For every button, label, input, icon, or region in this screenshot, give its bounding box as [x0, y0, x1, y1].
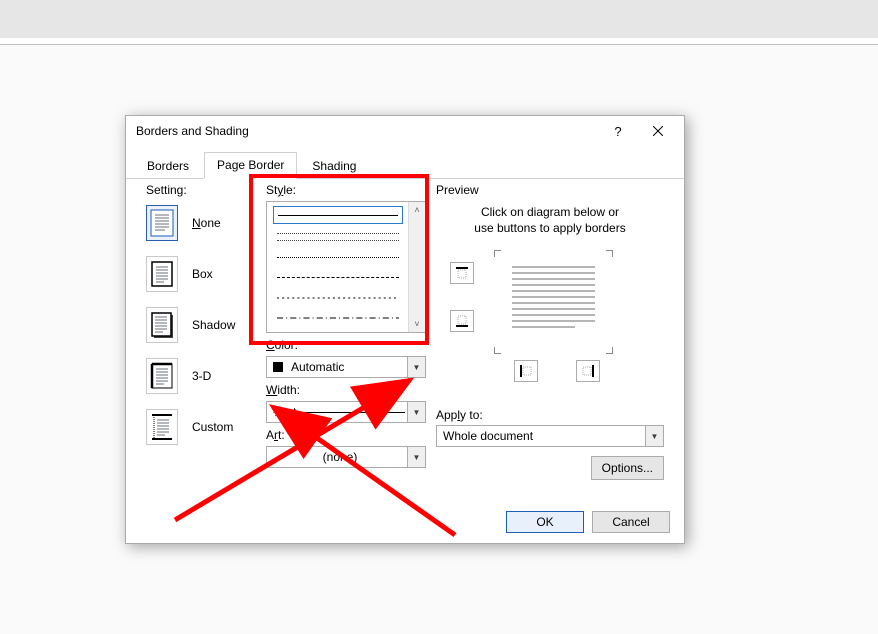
style-option-solid[interactable] [273, 206, 403, 224]
tab-borders[interactable]: Borders [134, 153, 202, 179]
apply-to-label: Apply to: [436, 408, 483, 422]
apply-to-dropdown[interactable]: Whole document ▼ [436, 425, 664, 447]
width-sample-line-icon [302, 412, 405, 413]
titlebar: Borders and Shading ? [126, 116, 684, 146]
ok-button[interactable]: OK [506, 511, 584, 533]
style-option-dash-dot[interactable] [273, 310, 403, 324]
chevron-down-icon: ▼ [407, 447, 425, 467]
borders-shading-dialog: Borders and Shading ? Borders Page Borde… [125, 115, 685, 544]
setting-none-label: None [192, 216, 221, 230]
style-option-dotted-bar[interactable] [273, 230, 403, 244]
preview-group: Preview Click on diagram below oruse but… [436, 178, 664, 382]
help-button[interactable]: ? [598, 117, 638, 145]
setting-shadow-label: Shadow [192, 318, 235, 332]
width-label: Width: [266, 383, 426, 397]
chevron-down-icon: ▼ [645, 426, 663, 446]
setting-box-label: Box [192, 267, 213, 281]
setting-none[interactable]: None [146, 205, 256, 241]
border-left-button[interactable] [514, 360, 538, 382]
style-list[interactable]: ˄ ˅ [266, 201, 426, 333]
color-swatch-icon [273, 362, 283, 372]
chevron-down-icon: ▼ [407, 402, 425, 422]
color-label: Color: [266, 338, 426, 352]
style-group: Style: ˄ ˅ [266, 178, 426, 468]
setting-custom-icon [146, 409, 178, 445]
apply-to-value: Whole document [443, 429, 533, 443]
color-value: Automatic [291, 360, 344, 374]
style-scrollbar[interactable]: ˄ ˅ [408, 202, 425, 332]
setting-3d-icon [146, 358, 178, 394]
preview-area [436, 252, 664, 382]
setting-3d-label: 3-D [192, 369, 211, 383]
dialog-title: Borders and Shading [136, 124, 598, 138]
tab-page-border[interactable]: Page Border [204, 152, 297, 179]
scroll-up-icon[interactable]: ˄ [409, 202, 425, 218]
width-dropdown[interactable]: ½ pt ▼ [266, 401, 426, 423]
setting-shadow-icon [146, 307, 178, 343]
setting-label: Setting: [146, 183, 256, 197]
style-option-short-dash[interactable] [273, 290, 403, 304]
tab-shading[interactable]: Shading [299, 153, 369, 179]
setting-box-icon [146, 256, 178, 292]
width-value: ½ pt [273, 405, 296, 419]
border-bottom-button[interactable] [450, 310, 474, 332]
preview-document[interactable] [496, 252, 611, 352]
style-label: Style: [266, 183, 426, 197]
dialog-footer: OK Cancel [506, 511, 670, 533]
setting-box[interactable]: Box [146, 256, 256, 292]
art-label: Art: [266, 428, 426, 442]
close-button[interactable] [638, 117, 678, 145]
scroll-down-icon[interactable]: ˅ [409, 316, 425, 332]
border-top-button[interactable] [450, 262, 474, 284]
tab-strip: Borders Page Border Shading [126, 146, 684, 179]
setting-none-icon [146, 205, 178, 241]
preview-label: Preview [436, 183, 664, 197]
apply-to-group: Apply to: Whole document ▼ Options... [436, 408, 664, 447]
style-option-dense-dots[interactable] [273, 250, 403, 264]
cancel-button[interactable]: Cancel [592, 511, 670, 533]
setting-custom-label: Custom [192, 420, 233, 434]
color-dropdown[interactable]: Automatic ▼ [266, 356, 426, 378]
setting-group: Setting: None [146, 178, 256, 460]
preview-help-text: Click on diagram below oruse buttons to … [436, 205, 664, 236]
options-button[interactable]: Options... [591, 456, 664, 480]
setting-3d[interactable]: 3-D [146, 358, 256, 394]
setting-custom[interactable]: Custom [146, 409, 256, 445]
art-value: (none) [323, 450, 358, 464]
art-dropdown[interactable]: (none) ▼ [266, 446, 426, 468]
chevron-down-icon: ▼ [407, 357, 425, 377]
style-option-dashed[interactable] [273, 270, 403, 284]
border-right-button[interactable] [576, 360, 600, 382]
setting-shadow[interactable]: Shadow [146, 307, 256, 343]
